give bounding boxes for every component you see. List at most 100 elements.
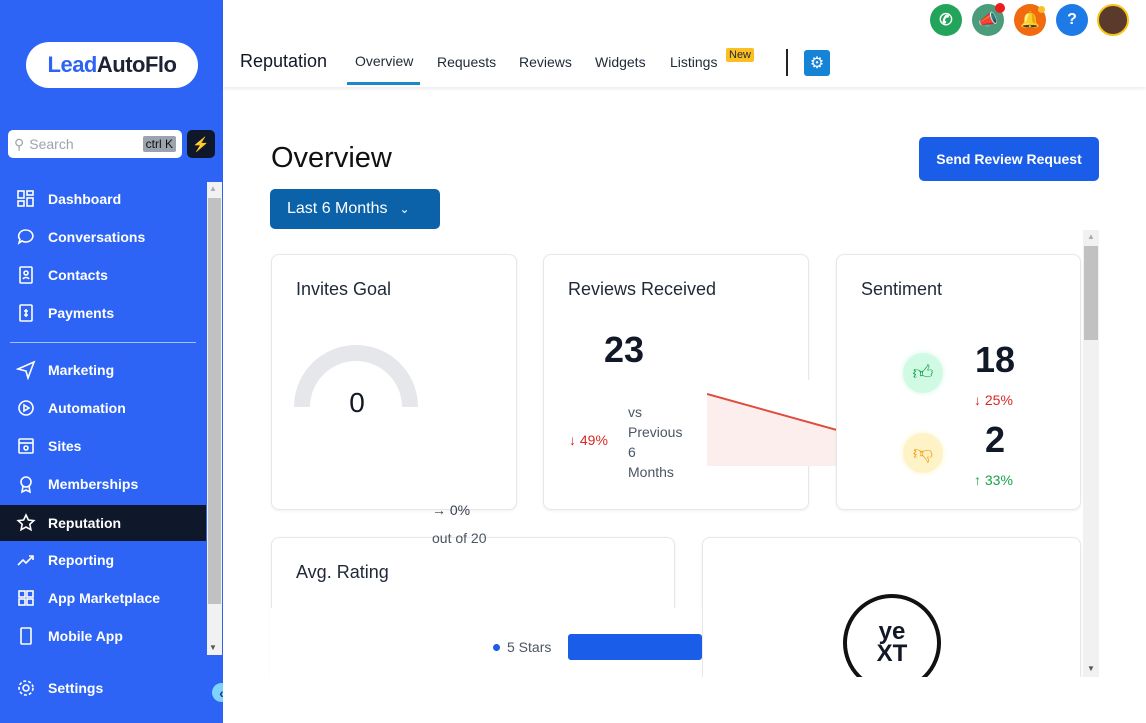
sidebar-item-automation[interactable]: Automation [0,390,206,426]
sidebar-item-label: Payments [48,305,115,321]
sidebar-item-dashboard[interactable]: Dashboard [0,181,206,217]
negative-count: 2 [985,419,1006,460]
bottom-area [223,677,1146,723]
sidebar-item-reporting[interactable]: Reporting [0,542,206,578]
trend-area [707,393,837,466]
content-scrollbar-thumb[interactable] [1084,246,1098,340]
sidebar-item-label: Reputation [48,515,122,531]
scroll-up-arrow-icon[interactable]: ▲ [209,184,217,193]
positive-change: ↓ 25% [974,392,1013,408]
bell-icon[interactable]: 🔔 [1014,4,1046,36]
payments-icon [19,304,33,322]
reviews-value: 23 [604,329,645,370]
sidebar-item-label: Marketing [48,362,115,378]
compare-line: 6 [628,444,636,460]
sidebar-item-payments[interactable]: Payments [0,295,206,331]
sidebar-item-label: Contacts [48,267,108,283]
invites-change: → 0% [432,502,471,518]
send-review-request-button[interactable]: Send Review Request [919,137,1099,181]
chevron-down-icon: ⌄ [399,202,410,216]
megaphone-icon[interactable]: 📣 [972,3,1005,36]
sentiment-card: Sentiment 👍︎ 18 ↓ 25% 👎︎ 2 ↑ 33% [836,254,1081,510]
tab-listings[interactable]: Listings [670,54,717,70]
logo-text-2: AutoFlo [96,52,177,77]
new-badge: New [726,48,755,62]
top-header: ✆ 📣 🔔 ? Reputation Overview Requests Rev… [223,0,1146,87]
gear-icon [18,680,34,696]
sidebar-item-label: Dashboard [48,191,122,207]
sites-icon [18,438,34,454]
thumbs-up-icon: 👍︎ [903,353,943,393]
card-title: Sentiment [861,279,943,299]
sidebar-item-memberships[interactable]: Memberships [0,466,206,502]
sidebar-item-settings[interactable]: Settings [0,670,206,706]
scroll-up-arrow-icon[interactable]: ▲ [1087,232,1095,241]
settings-gear-icon[interactable]: ⚙ [804,50,830,76]
apps-icon [18,590,34,606]
search-placeholder: Search [29,136,74,152]
sidebar-item-label: App Marketplace [48,590,161,606]
sidebar-item-label: Sites [48,438,82,454]
logo-text-1: Lead [47,52,98,77]
header-divider [786,49,788,76]
legend-dot [493,644,500,651]
tab-reviews[interactable]: Reviews [519,54,572,70]
notification-dot [995,3,1005,13]
invites-value: 0 [349,387,365,418]
invites-change-value: 0% [449,502,471,518]
contacts-icon [19,266,33,284]
notification-dot [1038,6,1045,13]
brand-logo[interactable]: Lead AutoFlo [26,42,198,88]
sidebar-item-contacts[interactable]: Contacts [0,257,206,293]
trend-icon [17,555,34,566]
user-avatar[interactable] [1097,4,1129,36]
card-title: Avg. Rating [296,562,389,582]
compare-line: Previous [628,424,683,440]
quick-action-bolt-icon[interactable]: ⚡ [187,130,215,158]
help-icon[interactable]: ? [1056,4,1088,36]
tab-widgets[interactable]: Widgets [595,54,646,70]
automation-icon [18,400,34,416]
mobile-icon [20,627,32,645]
scroll-down-arrow-icon[interactable]: ▼ [1087,664,1095,673]
sidebar-item-app-marketplace[interactable]: App Marketplace [0,580,206,616]
phone-icon[interactable]: ✆ [930,4,962,36]
reviews-change: ↓ 49% [569,432,608,448]
tab-requests[interactable]: Requests [437,54,496,70]
reviews-trend-chart [707,393,837,466]
sidebar-item-sites[interactable]: Sites [0,428,206,464]
scroll-down-arrow-icon[interactable]: ▼ [209,643,217,652]
chat-icon [17,229,34,245]
tab-overview[interactable]: Overview [355,53,413,69]
sidebar-item-conversations[interactable]: Conversations [0,219,206,255]
reviews-change-value: 49% [579,432,608,448]
sidebar-scrollbar-thumb[interactable] [208,198,221,604]
negative-change: ↑ 33% [974,472,1013,488]
card-title: Invites Goal [296,279,392,299]
sidebar-item-marketing[interactable]: Marketing [0,352,206,388]
period-dropdown[interactable]: Last 6 Months ⌄ [270,189,440,229]
positive-count: 18 [975,339,1016,380]
thumbs-down-icon: 👎︎ [903,433,943,473]
active-tab-indicator [347,82,420,85]
reviews-compare-label: vs Previous 6 Months [628,402,682,482]
section-title: Reputation [240,51,328,71]
compare-line: vs [628,404,642,420]
search-icon: ⚲ [14,135,25,152]
sidebar-item-label: Reporting [48,552,115,568]
sidebar-item-label: Mobile App [48,628,123,644]
sidebar-item-label: Memberships [48,476,139,492]
sidebar-divider [10,342,196,343]
search-shortcut: ctrl K [142,136,176,152]
sidebar-item-reputation[interactable]: Reputation [0,505,206,541]
positive-change-value: 25% [984,392,1013,408]
send-icon [16,360,36,380]
sidebar: Lead AutoFlo ⚲ Search ctrl K ⚡ Dashboard Co… [0,0,223,723]
negative-change-value: 33% [984,472,1013,488]
sidebar-item-label: Automation [48,400,126,416]
dashboard-icon [17,190,34,207]
invites-out-of: out of 20 [432,530,487,546]
search-input[interactable]: ⚲ Search ctrl K [8,130,182,158]
star-icon [16,513,36,532]
sidebar-item-mobile-app[interactable]: Mobile App [0,618,206,654]
